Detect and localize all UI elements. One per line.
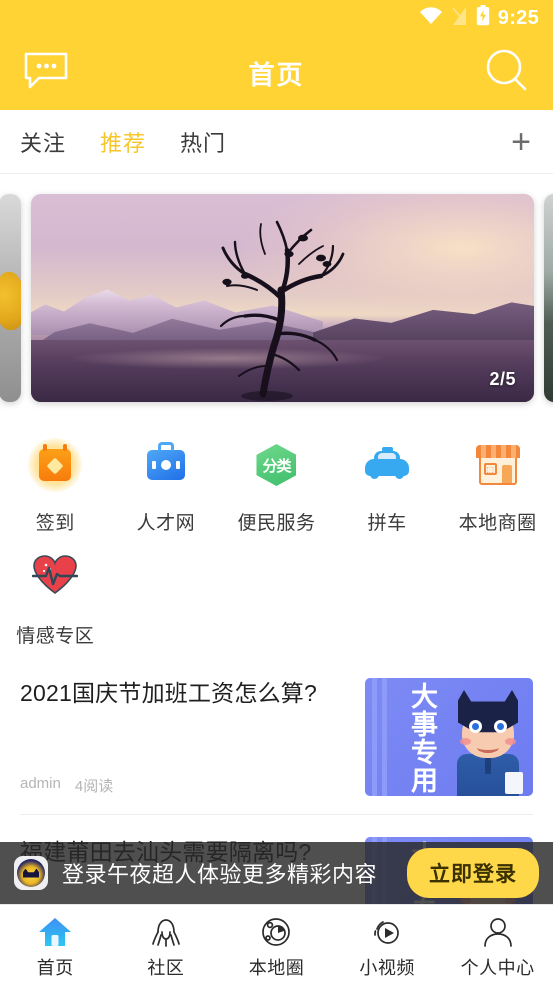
nav-item-local[interactable]: 本地圈: [221, 909, 332, 980]
tab-remen[interactable]: 热门: [180, 126, 226, 158]
plus-icon[interactable]: +: [511, 125, 531, 159]
login-prompt-text: 登录午夜超人体验更多精彩内容: [62, 862, 378, 887]
nav-label: 小视频: [359, 957, 415, 978]
nav-label: 社区: [147, 957, 185, 978]
article-views: 4阅读: [74, 778, 114, 795]
nav-label: 个人中心: [460, 957, 535, 978]
article-row[interactable]: 2021国庆节加班工资怎么算? admin 4阅读 大事专用: [20, 656, 533, 815]
signal-off-icon: [451, 6, 468, 31]
bottom-nav-bar: 首页 社区 本地圈 小视频 个人中心: [0, 904, 553, 983]
quick-link-pinche[interactable]: 拼车: [332, 426, 443, 539]
tab-tuijian[interactable]: 推荐: [100, 126, 146, 158]
tab-guanzhu[interactable]: 关注: [20, 126, 66, 158]
banner-carousel[interactable]: 2/5: [0, 174, 553, 414]
status-bar: 9:25: [0, 0, 553, 36]
user-profile-icon: [481, 915, 515, 949]
carousel-slide-current[interactable]: 2/5: [31, 194, 534, 402]
quick-link-label: 本地商圈: [458, 513, 537, 534]
search-icon: [482, 46, 532, 101]
app-logo-icon: [14, 856, 48, 890]
home-icon: [38, 915, 72, 949]
play-video-icon: [370, 915, 404, 949]
slide-art-gray: [0, 194, 21, 402]
nav-item-home[interactable]: 首页: [0, 909, 111, 980]
shop-icon: ⬚: [475, 445, 520, 485]
carousel-slide-next[interactable]: [544, 194, 553, 402]
article-author: admin: [20, 775, 61, 792]
slide-art-mountain-lake: 2/5: [31, 194, 534, 402]
tree-silhouette-icon: [219, 220, 345, 401]
battery-charging-icon: [476, 5, 490, 31]
quick-link-qingganzhuanqu[interactable]: 情感专区: [0, 539, 111, 652]
quick-link-grid: 签到 人才网 分类 便民服务 拼车 ⬚ 本地商圈 情感专区: [0, 414, 553, 656]
chat-bubble-icon: [23, 52, 69, 95]
car-icon: [365, 447, 410, 480]
quick-link-bendishangquan[interactable]: ⬚ 本地商圈: [442, 426, 553, 539]
nav-item-community[interactable]: 社区: [111, 909, 222, 980]
quick-link-bianminfuwu[interactable]: 分类 便民服务: [221, 426, 332, 539]
article-meta: admin 4阅读: [20, 775, 349, 796]
status-time: 9:25: [497, 6, 539, 29]
nav-item-profile[interactable]: 个人中心: [442, 909, 553, 980]
quick-link-rencaiwang[interactable]: 人才网: [111, 426, 222, 539]
thumbnail-overlay-text: 大事专用: [407, 682, 437, 794]
wifi-icon: [419, 6, 443, 30]
quick-link-label: 签到: [35, 513, 75, 534]
quick-link-label: 便民服务: [237, 513, 316, 534]
quick-link-label: 情感专区: [16, 626, 95, 647]
carousel-indicator: 2/5: [489, 369, 516, 389]
feed-scroll-area[interactable]: 2/5 签到 人才网 分类 便民服务 拼车 ⬚ 本地商圈 情感专区 2021国庆…: [0, 174, 553, 904]
nav-label: 首页: [36, 957, 74, 978]
superhero-illustration-icon: [449, 686, 527, 796]
briefcase-icon: [146, 442, 185, 480]
app-header: 首页: [0, 36, 553, 110]
nav-item-shortvideo[interactable]: 小视频: [332, 909, 443, 980]
heartbeat-icon: [32, 554, 79, 602]
quick-link-label: 人才网: [136, 513, 196, 534]
category-icon-text: 分类: [262, 457, 291, 475]
quick-link-label: 拼车: [367, 513, 407, 534]
community-icon: [149, 915, 183, 949]
login-prompt-banner: 登录午夜超人体验更多精彩内容 立即登录: [0, 842, 553, 904]
article-thumbnail[interactable]: 大事专用: [365, 678, 533, 796]
page-title: 首页: [248, 59, 305, 90]
quick-link-row-1: 签到 人才网 分类 便民服务 拼车 ⬚ 本地商圈: [0, 426, 553, 539]
sign-in-calendar-icon: [28, 438, 83, 492]
nav-label: 本地圈: [248, 957, 305, 978]
feed-tab-bar: 关注 推荐 热门 +: [0, 110, 553, 174]
search-button[interactable]: [479, 45, 535, 101]
carousel-slide-prev[interactable]: [0, 194, 21, 402]
chat-button[interactable]: [18, 45, 74, 101]
local-circle-icon: [259, 915, 293, 949]
slide-art-green: [544, 194, 553, 402]
quick-link-row-2: 情感专区: [0, 539, 553, 652]
quick-link-qiandao[interactable]: 签到: [0, 426, 111, 539]
article-title: 2021国庆节加班工资怎么算?: [20, 680, 317, 706]
app-root: 9:25 首页 关注 推荐 热门 + 2/5 签到 人才网 分类 便民服务 拼车…: [0, 0, 553, 983]
category-hexagon-icon: 分类: [256, 444, 297, 486]
login-now-button[interactable]: 立即登录: [407, 848, 539, 898]
